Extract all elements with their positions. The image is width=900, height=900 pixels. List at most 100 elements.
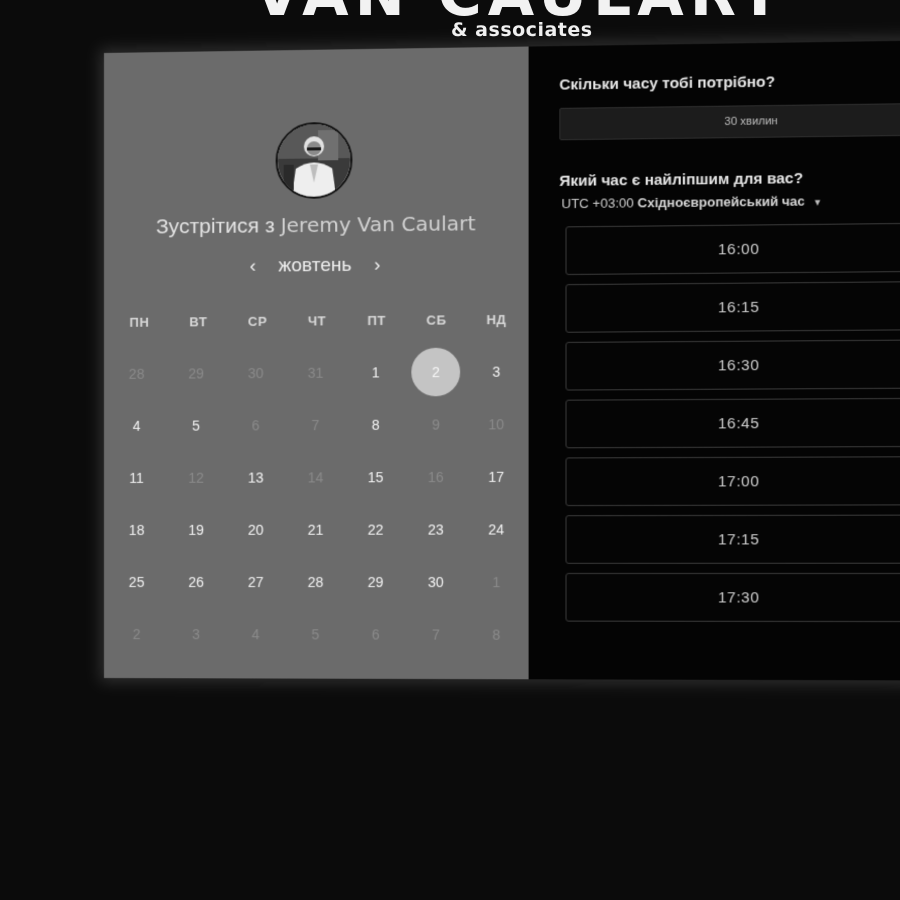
calendar-day: 12 (166, 452, 226, 504)
time-slot-button[interactable]: 16:45 (565, 397, 900, 449)
calendar-day[interactable]: 19 (166, 504, 226, 556)
weekday-label: НД (486, 311, 507, 328)
time-slot-button[interactable]: 17:15 (565, 514, 900, 564)
day-number: 22 (367, 521, 384, 538)
day-number: 10 (488, 416, 505, 433)
calendar-day[interactable]: 17 (466, 450, 527, 503)
time-slot-button[interactable]: 16:00 (565, 222, 900, 276)
day-number: 14 (307, 469, 324, 486)
calendar-day: 6 (345, 608, 405, 661)
calendar-day[interactable]: 27 (226, 556, 286, 608)
day-number: 4 (132, 417, 141, 434)
time-slot-button[interactable]: 17:00 (565, 456, 900, 507)
calendar-day: 7 (286, 399, 346, 452)
calendar-day: 4 (226, 608, 286, 660)
calendar-day: 16 (406, 451, 466, 504)
calendar-day[interactable]: 4 (107, 400, 166, 452)
prev-month-icon[interactable]: ‹ (243, 256, 263, 278)
calendar-day[interactable]: 25 (107, 556, 166, 608)
day-number: 7 (431, 626, 440, 643)
day-number: 8 (371, 416, 380, 433)
calendar-day[interactable]: 15 (345, 451, 405, 504)
day-number: 24 (488, 521, 505, 538)
calendar-day: 29 (166, 347, 226, 399)
calendar-day: 5 (286, 608, 346, 660)
calendar-day: 2 (107, 608, 166, 660)
day-number: 6 (251, 417, 260, 434)
day-number: 30 (427, 573, 444, 591)
calendar-day[interactable]: 13 (226, 451, 286, 503)
calendar-day[interactable]: 21 (286, 503, 346, 555)
day-number: 2 (132, 626, 141, 643)
time-slot-button[interactable]: 17:30 (565, 572, 900, 623)
calendar-day[interactable]: 28 (286, 556, 346, 608)
calendar-day[interactable]: 1 (345, 346, 405, 399)
weekday-label: СБ (426, 312, 447, 328)
day-number: 1 (492, 573, 501, 591)
booking-card: Зустрітися з Jeremy Van Caulart ‹ жовтен… (104, 40, 900, 681)
time-slot-list: 16:0016:1516:3016:4517:0017:1517:3017:45 (565, 222, 900, 630)
day-number: 5 (192, 417, 200, 434)
calendar-day[interactable]: 18 (107, 504, 166, 556)
calendar-day[interactable]: 22 (345, 503, 405, 555)
calendar-day[interactable]: 23 (406, 503, 466, 556)
host-avatar (275, 121, 353, 200)
calendar-day: 7 (406, 608, 466, 661)
day-number: 18 (128, 521, 145, 538)
day-number: 19 (188, 521, 204, 538)
timezone-name: Східноєвропейський час (637, 193, 805, 211)
day-number: 28 (128, 365, 145, 382)
calendar-panel: Зустрітися з Jeremy Van Caulart ‹ жовтен… (104, 46, 529, 680)
timezone-offset: UTC +03:00 (561, 195, 634, 212)
duration-select[interactable]: 30 хвилин (559, 102, 900, 141)
day-number: 27 (247, 573, 264, 591)
day-number: 2 (431, 363, 440, 381)
caret-down-icon: ▼ (812, 197, 823, 208)
calendar-day[interactable]: 11 (107, 452, 166, 504)
day-number: 26 (188, 573, 204, 591)
day-number: 9 (431, 416, 440, 433)
meeting-prefix: Зустрітися з (155, 214, 275, 239)
calendar-day: 9 (406, 398, 466, 451)
day-number: 3 (492, 363, 501, 380)
weekday-label: ЧТ (307, 313, 327, 329)
calendar-day[interactable]: 30 (406, 556, 466, 609)
day-number: 4 (251, 626, 260, 643)
calendar-day[interactable]: 24 (466, 503, 527, 556)
weekday-label: ВТ (189, 314, 208, 330)
duration-question: Скільки часу тобі потрібно? (559, 73, 776, 94)
calendar-day[interactable]: 26 (166, 556, 226, 608)
brand-title: VAN CAULART (0, 0, 900, 30)
day-number: 6 (371, 626, 380, 643)
day-number: 5 (311, 626, 320, 643)
calendar-day: 1 (466, 556, 527, 609)
day-number: 17 (488, 468, 505, 485)
calendar-day[interactable]: 20 (226, 504, 286, 556)
day-number: 25 (128, 573, 145, 591)
calendar-day: 30 (226, 347, 286, 400)
day-number: 11 (129, 469, 144, 486)
calendar-day[interactable]: 8 (345, 398, 405, 451)
brand-subtitle: & associates (451, 19, 593, 41)
weekday-label: ПН (129, 314, 150, 330)
calendar-day[interactable]: 3 (466, 345, 527, 398)
host-name: Jeremy Van Caulart (280, 211, 476, 238)
calendar-day-selected[interactable]: 2 (406, 346, 466, 399)
day-number: 28 (307, 573, 324, 591)
calendar-day: 28 (107, 348, 166, 400)
day-number: 29 (367, 573, 384, 591)
day-number: 8 (492, 626, 501, 643)
time-slot-button[interactable]: 16:15 (565, 281, 900, 333)
timezone-selector[interactable]: UTC +03:00 Східноєвропейський час ▼ (561, 193, 822, 211)
calendar-day[interactable]: 29 (345, 556, 405, 608)
day-number: 1 (371, 364, 380, 381)
calendar-day: 31 (286, 346, 346, 399)
scheduler-page: VAN CAULART & associates Зустрітися з (0, 0, 900, 900)
weekday-label: СР (247, 313, 268, 329)
next-month-icon[interactable]: › (367, 254, 387, 276)
time-slot-button[interactable]: 16:30 (565, 339, 900, 391)
day-number: 7 (311, 417, 320, 434)
calendar-grid: 28 29 30 31 1 2 3 4 5 6 7 8 9 10 11 12 13 14 15 16 17 18 19 20 2… (107, 345, 527, 661)
day-number: 30 (247, 365, 264, 382)
calendar-day[interactable]: 5 (166, 399, 226, 451)
